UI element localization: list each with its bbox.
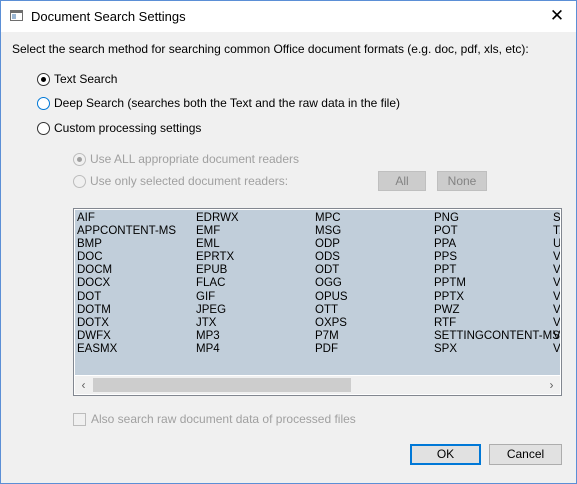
list-item[interactable]: DOTM	[77, 304, 176, 317]
title-bar: Document Search Settings ✕	[1, 1, 576, 32]
list-item[interactable]: APPCONTENT-MS	[77, 225, 176, 238]
list-item[interactable]: V:	[553, 291, 560, 304]
list-item[interactable]: SETTINGCONTENT-MS	[434, 330, 560, 343]
horizontal-scrollbar[interactable]: ‹ ›	[75, 376, 560, 394]
list-item[interactable]: GIF	[196, 291, 239, 304]
all-readers-button[interactable]: All	[378, 171, 426, 191]
document-readers-list[interactable]: AIF APPCONTENT-MS BMP DOC DOCM DOCX DOT …	[73, 208, 562, 396]
formats-column-2: EDRWX EMF EML EPRTX EPUB FLAC GIF JPEG J…	[196, 212, 239, 356]
formats-column-4: PNG POT PPA PPS PPT PPTM PPTX PWZ RTF SE…	[434, 212, 560, 356]
list-item[interactable]: V:	[553, 343, 560, 356]
list-item[interactable]: EPUB	[196, 264, 239, 277]
list-item[interactable]: OTT	[315, 304, 348, 317]
radio-use-selected-readers[interactable]: Use only selected document readers:	[73, 174, 288, 188]
window-title: Document Search Settings	[31, 9, 186, 24]
list-item[interactable]: V:	[553, 317, 560, 330]
list-item[interactable]: P7M	[315, 330, 348, 343]
list-item[interactable]: EPRTX	[196, 251, 239, 264]
list-item[interactable]: DOC	[77, 251, 176, 264]
list-item[interactable]: VI	[553, 251, 560, 264]
radio-label: Use ALL appropriate document readers	[90, 152, 300, 166]
formats-list-area: AIF APPCONTENT-MS BMP DOC DOCM DOCX DOT …	[75, 210, 560, 375]
radio-label: Text Search	[54, 72, 118, 86]
search-method-prompt: Select the search method for searching c…	[12, 42, 529, 56]
formats-column-1: AIF APPCONTENT-MS BMP DOC DOCM DOCX DOT …	[77, 212, 176, 356]
list-item[interactable]: ODT	[315, 264, 348, 277]
radio-button[interactable]	[37, 72, 50, 86]
list-item[interactable]: PPS	[434, 251, 560, 264]
list-item[interactable]: U	[553, 238, 560, 251]
list-item[interactable]: PWZ	[434, 304, 560, 317]
list-item[interactable]: JTX	[196, 317, 239, 330]
list-item[interactable]: DOT	[77, 291, 176, 304]
list-item[interactable]: MP4	[196, 343, 239, 356]
list-item[interactable]: PDF	[315, 343, 348, 356]
radio-text-search[interactable]: Text Search	[37, 72, 117, 86]
list-item[interactable]: EML	[196, 238, 239, 251]
list-item[interactable]: POT	[434, 225, 560, 238]
list-item[interactable]: V:	[553, 330, 560, 343]
scroll-right-icon[interactable]: ›	[543, 376, 560, 394]
ok-button[interactable]: OK	[410, 444, 481, 465]
radio-button[interactable]	[73, 174, 86, 188]
radio-button[interactable]	[37, 96, 50, 110]
list-item[interactable]: PPT	[434, 264, 560, 277]
formats-column-3: MPC MSG ODP ODS ODT OGG OPUS OTT OXPS P7…	[315, 212, 348, 356]
list-item[interactable]: MPC	[315, 212, 348, 225]
list-item[interactable]: JPEG	[196, 304, 239, 317]
radio-button[interactable]	[73, 152, 86, 166]
raw-data-checkbox-row[interactable]: Also search raw document data of process…	[73, 412, 356, 426]
window-app-icon	[10, 10, 23, 21]
radio-use-all-readers[interactable]: Use ALL appropriate document readers	[73, 152, 299, 166]
list-item[interactable]: PNG	[434, 212, 560, 225]
list-item[interactable]: EASMX	[77, 343, 176, 356]
list-item[interactable]: FLAC	[196, 277, 239, 290]
list-item[interactable]: MSG	[315, 225, 348, 238]
list-item[interactable]: RTF	[434, 317, 560, 330]
list-item[interactable]: SI	[553, 212, 560, 225]
radio-label: Use only selected document readers:	[90, 174, 289, 188]
list-item[interactable]: ODS	[315, 251, 348, 264]
list-item[interactable]: OGG	[315, 277, 348, 290]
list-item[interactable]: DOCX	[77, 277, 176, 290]
radio-custom-settings[interactable]: Custom processing settings	[37, 121, 201, 135]
radio-label: Deep Search (searches both the Text and …	[54, 96, 400, 110]
list-item[interactable]: EMF	[196, 225, 239, 238]
scroll-left-icon[interactable]: ‹	[75, 376, 92, 394]
list-item[interactable]: V:	[553, 304, 560, 317]
raw-data-checkbox-label: Also search raw document data of process…	[91, 412, 356, 426]
list-item[interactable]: DWFX	[77, 330, 176, 343]
list-item[interactable]: V:	[553, 277, 560, 290]
radio-button[interactable]	[37, 121, 50, 135]
radio-label: Custom processing settings	[54, 121, 202, 135]
list-item[interactable]: PPA	[434, 238, 560, 251]
list-item[interactable]: EDRWX	[196, 212, 239, 225]
list-item[interactable]: PPTX	[434, 291, 560, 304]
list-item[interactable]: BMP	[77, 238, 176, 251]
list-item[interactable]: DOCM	[77, 264, 176, 277]
list-item[interactable]: MP3	[196, 330, 239, 343]
radio-deep-search[interactable]: Deep Search (searches both the Text and …	[37, 96, 400, 110]
dialog-window: Document Search Settings ✕ Select the se…	[0, 0, 577, 484]
list-item[interactable]: PPTM	[434, 277, 560, 290]
cancel-button[interactable]: Cancel	[489, 444, 562, 465]
none-readers-button[interactable]: None	[437, 171, 487, 191]
list-item[interactable]: DOTX	[77, 317, 176, 330]
close-icon[interactable]: ✕	[538, 1, 576, 32]
raw-data-checkbox[interactable]	[73, 412, 86, 426]
list-item[interactable]: OXPS	[315, 317, 348, 330]
list-item[interactable]: ODP	[315, 238, 348, 251]
list-item[interactable]: OPUS	[315, 291, 348, 304]
list-item[interactable]: AIF	[77, 212, 176, 225]
list-item[interactable]: VI	[553, 264, 560, 277]
list-item[interactable]: SPX	[434, 343, 560, 356]
list-item[interactable]: T.	[553, 225, 560, 238]
formats-column-5: SI T. U VI VI V: V: V: V: V: V:	[553, 212, 560, 356]
scrollbar-thumb[interactable]	[93, 378, 351, 392]
